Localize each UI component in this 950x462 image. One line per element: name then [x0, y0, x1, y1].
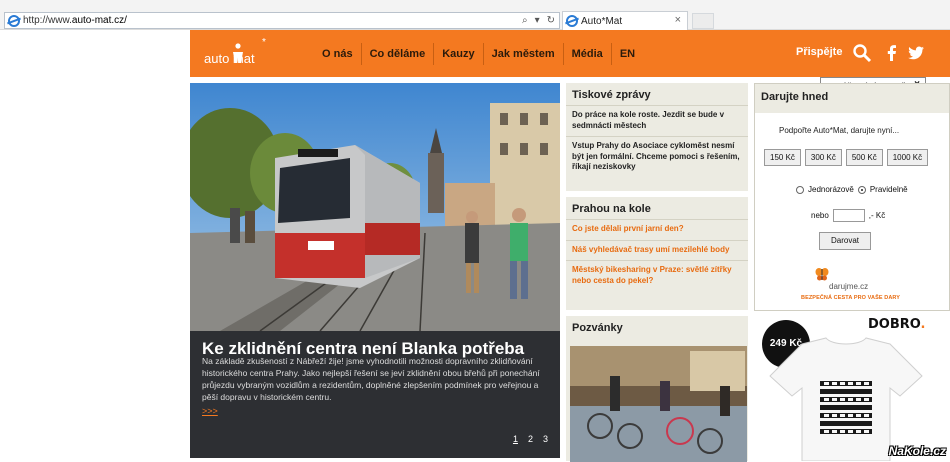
- url-text[interactable]: http://www.auto-mat.cz/: [23, 15, 127, 26]
- pager-page-3[interactable]: 3: [543, 434, 548, 444]
- one-time-radio[interactable]: [796, 185, 804, 194]
- press-item[interactable]: Do práce na kole roste. Jezdit se bude v…: [566, 106, 748, 137]
- regular-radio[interactable]: [857, 185, 866, 194]
- press-item[interactable]: Vstup Prahy do Asociace cykloměst nesmí …: [566, 137, 748, 178]
- donate-subtitle: Podpořte Auto*Mat, darujte nyní...: [779, 126, 900, 135]
- logo-person-icon: [233, 43, 243, 63]
- address-bar[interactable]: http://www.auto-mat.cz/ ⌕ ▾ ↻: [4, 12, 560, 29]
- frequency-radios: Jednorázově Pravidelně: [796, 185, 908, 194]
- ad-brand: DOBRO.: [868, 317, 925, 332]
- search-icon[interactable]: ⌕: [522, 15, 528, 26]
- cycling-item[interactable]: Náš vyhledávač trasy umí mezilehlé body: [566, 241, 748, 261]
- search-icon[interactable]: [852, 43, 872, 63]
- pager-page-1[interactable]: 1: [513, 434, 518, 444]
- nav-item-o-nas[interactable]: O nás: [314, 43, 361, 65]
- tab-favicon-icon: [566, 15, 578, 27]
- hero-pager: 1 2 3: [513, 434, 548, 444]
- amount-1000-button[interactable]: 1000 Kč: [886, 149, 929, 166]
- events-heading: Pozvánky: [572, 322, 623, 334]
- hero-text: Na základě zkušeností z Nábřeží žije! js…: [202, 356, 540, 402]
- donate-heading: Darujte hned: [755, 84, 949, 113]
- tab-title: Auto*Mat: [581, 15, 623, 27]
- nav-item-media[interactable]: Média: [562, 42, 611, 65]
- browser-tab[interactable]: Auto*Mat ×: [562, 11, 688, 30]
- ad-brand-dot: .: [920, 317, 926, 332]
- regular-label: Pravidelně: [869, 185, 908, 194]
- amount-150-button[interactable]: 150 Kč: [764, 149, 801, 166]
- facebook-icon[interactable]: [882, 43, 902, 63]
- tshirt-ad[interactable]: 249 Kč DOBRO. NaKole.cz: [754, 314, 950, 461]
- other-prefix: nebo: [811, 211, 829, 220]
- one-time-label: Jednorázově: [808, 185, 854, 194]
- ad-brand-text: DOBRO: [868, 317, 921, 332]
- site-header: auto mat * O nás Co děláme Kauzy Jak měs…: [190, 30, 950, 77]
- url-domain: auto-mat.cz/: [71, 15, 127, 26]
- amount-500-button[interactable]: 500 Kč: [845, 149, 883, 166]
- dropdown-icon[interactable]: ▾: [535, 15, 540, 26]
- hero-slider: Ke zklidnění centra není Blanka potřeba …: [190, 83, 560, 458]
- cycling-item[interactable]: Městský bikesharing v Praze: světlé zítř…: [566, 261, 748, 291]
- events-workshop-photo[interactable]: [570, 346, 747, 462]
- other-suffix: ,- Kč: [868, 211, 886, 220]
- press-releases-box: Tiskové zprávy Do práce na kole roste. J…: [566, 83, 748, 191]
- contribute-link[interactable]: Přispějte: [796, 46, 842, 58]
- darujme-tagline: BEZPEČNÁ CESTA PRO VAŠE DARY: [801, 295, 901, 301]
- logo-star: *: [262, 37, 266, 48]
- nav-item-en[interactable]: EN: [610, 42, 643, 65]
- hero-tram-photo[interactable]: [190, 83, 560, 331]
- logo-wordmark: auto mat: [204, 51, 255, 66]
- refresh-icon[interactable]: ↻: [547, 15, 555, 26]
- amount-buttons: 150 Kč 300 Kč 500 Kč 1000 Kč: [764, 149, 929, 166]
- pager-page-2[interactable]: 2: [528, 434, 533, 444]
- nakole-watermark: NaKole.cz: [888, 444, 946, 458]
- nav-item-jak-mestem[interactable]: Jak městem: [482, 42, 563, 65]
- cycling-item[interactable]: Co jste dělali první jarní den?: [566, 220, 748, 241]
- cycling-box: Prahou na kole Co jste dělali první jarn…: [566, 197, 748, 310]
- address-controls: ⌕ ▾ ↻: [522, 13, 555, 28]
- other-amount-input[interactable]: [832, 209, 865, 222]
- main-nav: O nás Co děláme Kauzy Jak městem Média E…: [314, 30, 643, 77]
- hero-more-link[interactable]: >>>: [202, 406, 218, 416]
- twitter-icon[interactable]: [906, 43, 926, 63]
- darujme-brand[interactable]: darujme.cz: [829, 282, 868, 291]
- donate-button[interactable]: Darovat: [819, 232, 871, 250]
- site-logo[interactable]: auto mat *: [204, 37, 268, 67]
- tshirt-image: [769, 337, 923, 461]
- cycling-heading: Prahou na kole: [566, 197, 748, 220]
- amount-300-button[interactable]: 300 Kč: [804, 149, 842, 166]
- new-tab-button[interactable]: [692, 13, 714, 29]
- other-amount-row: nebo ,- Kč: [811, 209, 885, 222]
- ie-logo-icon: [8, 14, 20, 27]
- donate-box: Darujte hned Podpořte Auto*Mat, darujte …: [754, 83, 950, 311]
- nav-item-kauzy[interactable]: Kauzy: [433, 42, 482, 65]
- url-prefix: http://www.: [23, 15, 72, 26]
- tab-close-icon[interactable]: ×: [675, 14, 681, 26]
- browser-chrome: http://www.auto-mat.cz/ ⌕ ▾ ↻ Auto*Mat ×: [0, 0, 950, 30]
- events-box: Pozvánky: [566, 316, 748, 462]
- butterfly-icon: [815, 268, 829, 281]
- nav-item-co-delame[interactable]: Co děláme: [360, 42, 434, 65]
- press-releases-heading: Tiskové zprávy: [566, 83, 748, 106]
